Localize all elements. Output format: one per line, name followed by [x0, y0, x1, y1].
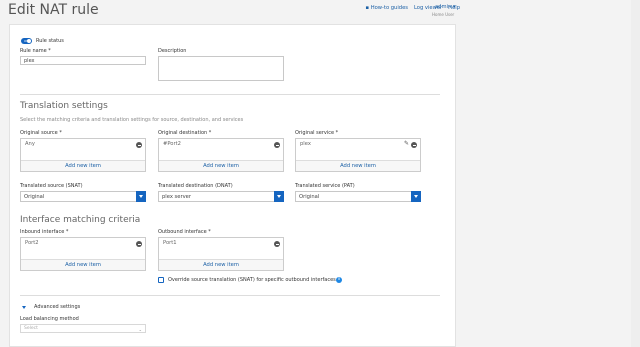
inbound-list: Port2 Add new item	[20, 237, 146, 271]
lb-method-select[interactable]: Select ⌄	[20, 324, 146, 333]
add-new-item-button[interactable]: Add new item	[296, 160, 420, 171]
add-new-item-button[interactable]: Add new item	[159, 160, 283, 171]
rule-name-input[interactable]: plex	[20, 56, 146, 65]
add-new-item-button[interactable]: Add new item	[21, 259, 145, 270]
add-new-item-button[interactable]: Add new item	[159, 259, 283, 270]
user-role: Home User	[432, 12, 455, 17]
chevron-down-icon: ⌄	[138, 327, 142, 332]
remove-icon[interactable]	[136, 241, 142, 247]
outbound-list: Port1 Add new item	[158, 237, 284, 271]
list-item: plex	[300, 141, 311, 147]
orig-service-label: Original service *	[295, 130, 339, 136]
override-snat-label: Override source translation (SNAT) for s…	[168, 277, 336, 283]
pat-select[interactable]: Original	[295, 191, 421, 202]
rule-status-label: Rule status	[36, 38, 64, 44]
snat-select[interactable]: Original	[20, 191, 146, 202]
list-item: Any	[25, 141, 35, 147]
remove-icon[interactable]	[274, 241, 280, 247]
remove-icon[interactable]	[274, 142, 280, 148]
orig-dest-label: Original destination *	[158, 130, 212, 136]
info-icon[interactable]: i	[336, 277, 342, 283]
rule-status-toggle[interactable]: ON	[21, 38, 32, 44]
snat-label: Translated source (SNAT)	[20, 183, 83, 189]
list-item: Port1	[163, 240, 177, 246]
chevron-down-icon[interactable]	[274, 191, 284, 202]
orig-service-list: plex ✎ Add new item	[295, 138, 421, 172]
remove-icon[interactable]	[411, 142, 417, 148]
chevron-down-icon[interactable]	[411, 191, 421, 202]
description-textarea[interactable]	[158, 56, 284, 81]
orig-source-label: Original source *	[20, 130, 62, 136]
lb-method-label: Load balancing method	[20, 316, 79, 322]
interface-title: Interface matching criteria	[20, 215, 141, 225]
description-label: Description	[158, 48, 187, 54]
divider	[20, 94, 440, 95]
edit-panel: ON Rule status Rule name * plex Descript…	[9, 24, 456, 347]
page-title: Edit NAT rule	[8, 2, 99, 18]
chevron-down-icon[interactable]	[22, 306, 26, 309]
pencil-icon[interactable]: ✎	[404, 140, 409, 147]
translation-title: Translation settings	[20, 101, 108, 111]
outbound-label: Outbound interface *	[158, 229, 211, 235]
dnat-label: Translated destination (DNAT)	[158, 183, 233, 189]
remove-icon[interactable]	[136, 142, 142, 148]
inbound-label: Inbound interface *	[20, 229, 69, 235]
add-new-item-button[interactable]: Add new item	[21, 160, 145, 171]
override-snat-checkbox[interactable]	[158, 277, 164, 283]
top-bar: Edit NAT rule ▪ How-to guides Log viewer…	[0, 0, 640, 22]
dnat-select[interactable]: plex server	[158, 191, 284, 202]
howto-link[interactable]: ▪ How-to guides	[366, 5, 408, 11]
orig-source-list: Any Add new item	[20, 138, 146, 172]
divider	[20, 295, 440, 296]
pat-label: Translated service (PAT)	[295, 183, 355, 189]
rule-name-label: Rule name *	[20, 48, 51, 54]
advanced-settings-toggle[interactable]: Advanced settings	[34, 304, 80, 310]
orig-dest-list: #Port2 Add new item	[158, 138, 284, 172]
scrollbar[interactable]	[631, 0, 640, 347]
chevron-down-icon[interactable]	[136, 191, 146, 202]
list-item: #Port2	[163, 141, 181, 147]
list-item: Port2	[25, 240, 39, 246]
translation-hint: Select the matching criteria and transla…	[20, 117, 244, 123]
user-menu[interactable]: admin ▾	[435, 4, 456, 10]
